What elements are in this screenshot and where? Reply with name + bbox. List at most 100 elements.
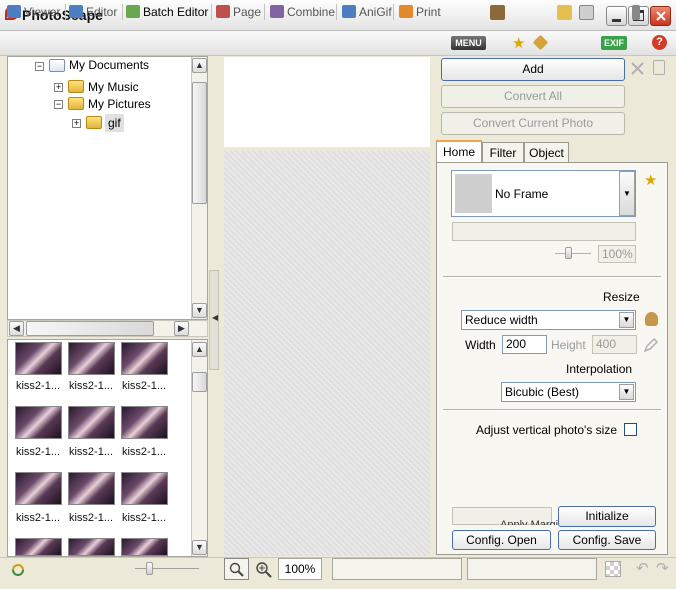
- tree-item-my-documents[interactable]: My Documents: [69, 56, 149, 74]
- wrench-icon[interactable]: [632, 5, 640, 20]
- adjust-vertical-checkbox[interactable]: [624, 423, 637, 436]
- tab-combine[interactable]: Combine: [269, 3, 335, 21]
- photo-thumbnail[interactable]: [121, 406, 168, 439]
- page-icon: [216, 5, 230, 18]
- rotate-icon[interactable]: [10, 562, 26, 578]
- photo-thumbnail[interactable]: [68, 342, 115, 375]
- scroll-down-button[interactable]: ▼: [192, 540, 207, 555]
- opacity-slider-handle[interactable]: [565, 247, 572, 259]
- remove-icon[interactable]: [630, 61, 645, 76]
- editor-icon: [69, 5, 83, 18]
- minimize-button[interactable]: [606, 6, 627, 26]
- opacity-input[interactable]: 100%: [598, 245, 636, 263]
- tree-item-gif[interactable]: gif: [105, 114, 124, 132]
- zoom-slider-handle[interactable]: [146, 562, 153, 575]
- tab-page[interactable]: Page: [215, 3, 261, 21]
- pen-icon[interactable]: [643, 337, 659, 353]
- tab-anigif[interactable]: AniGif: [341, 3, 392, 21]
- expand-icon[interactable]: +: [54, 83, 63, 92]
- tree-scroll-thumb[interactable]: [192, 82, 207, 204]
- batch-editor-icon: [126, 5, 140, 18]
- thumbnail-label: kiss2-1...: [15, 446, 60, 458]
- frame-name: No Frame: [495, 187, 549, 201]
- tab-home[interactable]: Home: [436, 140, 482, 163]
- zoom-level: 100%: [278, 558, 322, 580]
- exif-button[interactable]: EXIF: [601, 36, 627, 50]
- width-label: Width: [465, 338, 496, 352]
- tab-print[interactable]: Print: [398, 3, 441, 21]
- tab-viewer[interactable]: Viewer: [6, 3, 60, 21]
- star-icon[interactable]: ★: [512, 34, 525, 52]
- convert-current-photo-button[interactable]: Convert Current Photo: [441, 112, 625, 135]
- photo-thumbnail[interactable]: [15, 406, 62, 439]
- viewer-icon: [7, 5, 21, 18]
- zoom-fit-icon: [229, 562, 244, 577]
- photo-thumbnail[interactable]: [15, 472, 62, 505]
- zoom-actual-icon[interactable]: [255, 561, 273, 578]
- thumbnail-label: kiss2-1...: [68, 380, 113, 392]
- combine-icon: [270, 5, 284, 18]
- folder-icon[interactable]: [557, 5, 572, 20]
- print-icon: [399, 5, 413, 18]
- tab-object[interactable]: Object: [524, 142, 569, 162]
- opacity-slider-track[interactable]: [555, 253, 591, 254]
- help-icon[interactable]: ?: [652, 35, 667, 50]
- photo-thumbnail[interactable]: [68, 472, 115, 505]
- favorite-star-icon[interactable]: ★: [644, 171, 657, 189]
- scroll-right-button[interactable]: ▶: [174, 321, 189, 336]
- transparency-icon[interactable]: [605, 561, 621, 577]
- anigif-icon: [342, 5, 356, 18]
- trash-icon[interactable]: [653, 60, 665, 75]
- collapse-icon[interactable]: −: [54, 100, 63, 109]
- copy-icon[interactable]: [579, 5, 594, 20]
- photo-thumbnail[interactable]: [68, 406, 115, 439]
- tree-item-my-pictures[interactable]: My Pictures: [88, 95, 151, 113]
- config-open-button[interactable]: Config. Open: [452, 530, 551, 550]
- redo-icon[interactable]: ↷: [656, 559, 669, 577]
- thumbnail-scroll-thumb[interactable]: [192, 372, 207, 392]
- chevron-down-icon: ▼: [619, 384, 634, 400]
- fit-to-window-button[interactable]: [224, 558, 249, 580]
- menu-button[interactable]: MENU: [451, 36, 486, 50]
- photo-thumbnail[interactable]: [68, 538, 115, 556]
- scroll-down-button[interactable]: ▼: [192, 303, 207, 318]
- height-input[interactable]: 400: [592, 335, 637, 354]
- tab-filter[interactable]: Filter: [482, 142, 524, 162]
- frame-preview: [455, 174, 492, 213]
- frame-dropdown-button[interactable]: ▼: [619, 171, 635, 216]
- photo-thumbnail[interactable]: [121, 538, 168, 556]
- tab-batch-editor[interactable]: Batch Editor: [125, 3, 208, 21]
- status-field: [332, 558, 462, 580]
- initialize-button[interactable]: Initialize: [558, 506, 656, 527]
- converted-preview: [224, 151, 430, 556]
- tree-hscroll-thumb[interactable]: [26, 321, 154, 336]
- collapse-left-icon[interactable]: ◀: [212, 313, 218, 322]
- close-button[interactable]: [650, 6, 671, 26]
- expand-icon[interactable]: +: [72, 119, 81, 128]
- resize-mode-value: Reduce width: [465, 313, 538, 327]
- convert-all-button[interactable]: Convert All: [441, 85, 625, 108]
- photo-thumbnail[interactable]: [121, 472, 168, 505]
- scroll-up-button[interactable]: ▲: [192, 58, 207, 73]
- main-toolbar: [0, 31, 676, 56]
- photo-thumbnail[interactable]: [15, 342, 62, 375]
- config-save-button[interactable]: Config. Save: [558, 530, 656, 550]
- collapse-icon[interactable]: −: [35, 62, 44, 71]
- chevron-down-icon: ▼: [619, 312, 634, 328]
- tree-item-my-music[interactable]: My Music: [88, 78, 139, 96]
- interpolation-select[interactable]: Bicubic (Best) ▼: [501, 382, 636, 402]
- scroll-left-button[interactable]: ◀: [9, 321, 24, 336]
- original-preview: [224, 57, 430, 147]
- scroll-up-button[interactable]: ▲: [192, 342, 207, 357]
- resize-mode-select[interactable]: Reduce width ▼: [461, 310, 636, 330]
- film-icon[interactable]: [490, 5, 505, 20]
- undo-icon[interactable]: ↶: [636, 559, 649, 577]
- person-icon[interactable]: [645, 312, 658, 326]
- photo-thumbnail[interactable]: [15, 538, 62, 556]
- zoom-slider-track[interactable]: [135, 568, 199, 569]
- photo-thumbnail[interactable]: [121, 342, 168, 375]
- tab-divider: [122, 4, 123, 20]
- add-button[interactable]: Add: [441, 58, 625, 81]
- width-input[interactable]: 200: [502, 335, 547, 354]
- tab-editor[interactable]: Editor: [68, 3, 117, 21]
